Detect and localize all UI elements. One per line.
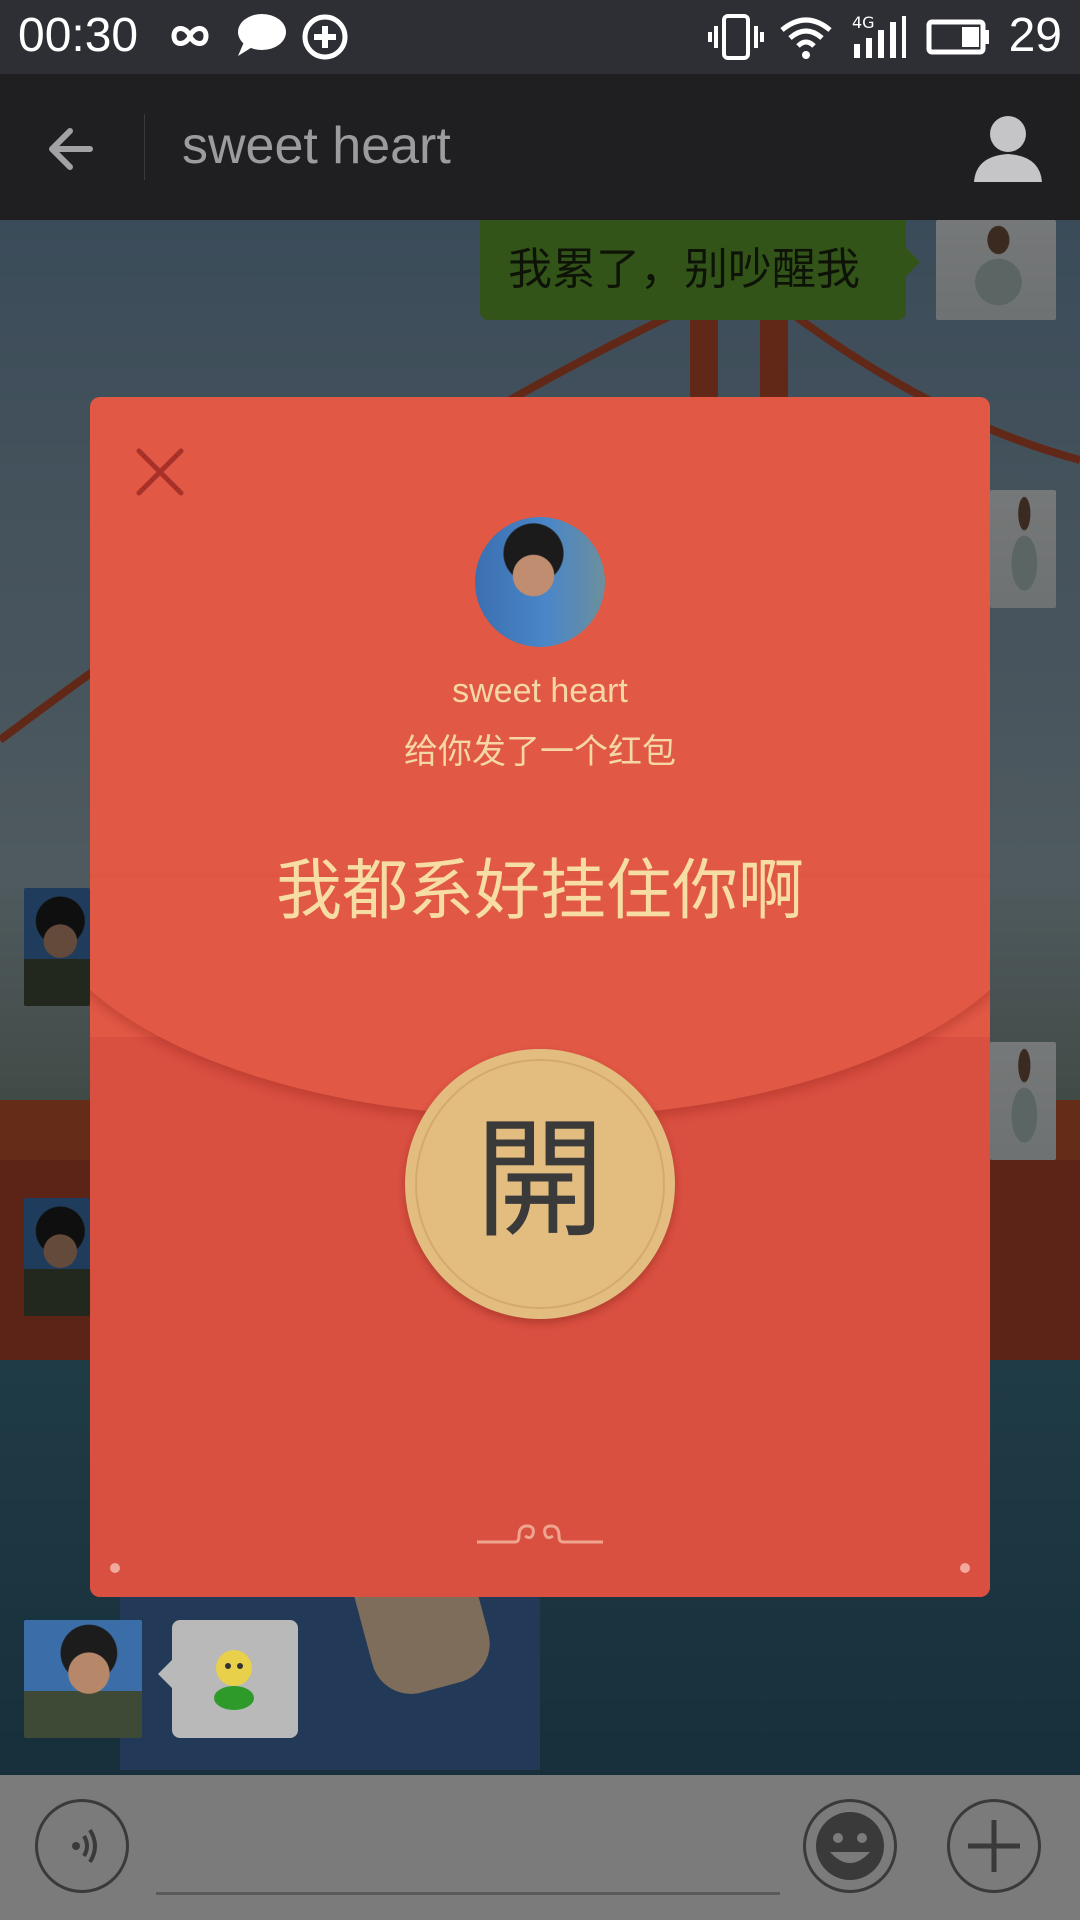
voice-input-button[interactable] xyxy=(35,1799,129,1893)
chat-title-bar: sweet heart xyxy=(0,74,1080,220)
status-time: 00:30 xyxy=(18,9,139,62)
red-packet-dialog: sweet heart 给你发了一个红包 我都系好挂住你啊 開 xyxy=(90,397,990,1597)
vibrate-icon xyxy=(708,14,764,60)
corner-dot xyxy=(960,1563,970,1573)
smiley-icon xyxy=(816,1812,884,1880)
emoji-button[interactable] xyxy=(803,1799,897,1893)
packet-greeting: 我都系好挂住你啊 xyxy=(276,852,804,929)
wifi-icon xyxy=(780,17,832,59)
title-divider xyxy=(144,114,145,180)
cloud-ornament-icon xyxy=(477,1524,603,1544)
svg-text:4G: 4G xyxy=(852,13,875,32)
more-actions-button[interactable] xyxy=(947,1799,1041,1893)
status-bar: 00:30 4G 29 xyxy=(0,0,1080,74)
chat-title: sweet heart xyxy=(182,117,451,175)
corner-dot xyxy=(110,1563,120,1573)
sender-name: sweet heart xyxy=(452,672,628,710)
plus-icon xyxy=(968,1820,1020,1872)
input-bar xyxy=(0,1775,1080,1920)
sender-subtitle: 给你发了一个红包 xyxy=(404,732,676,772)
voice-icon xyxy=(72,1828,97,1864)
battery-percent: 29 xyxy=(1008,9,1062,62)
profile-icon[interactable] xyxy=(970,110,1046,186)
close-icon[interactable] xyxy=(135,447,185,497)
sticker-icon xyxy=(214,1650,254,1710)
contact-avatar[interactable] xyxy=(24,1620,142,1738)
message-input[interactable] xyxy=(156,1892,780,1895)
signal-4g-icon: 4G xyxy=(852,13,906,58)
open-packet-button[interactable]: 開 xyxy=(405,1049,675,1319)
infinity-icon xyxy=(171,26,209,46)
battery-icon xyxy=(926,19,989,55)
chat-bubble-icon xyxy=(238,14,286,56)
sender-avatar xyxy=(475,517,605,647)
back-arrow-icon[interactable] xyxy=(30,104,120,194)
sync-plus-icon xyxy=(302,14,348,60)
open-button-label: 開 xyxy=(474,1104,605,1256)
incoming-sticker-bubble[interactable] xyxy=(158,1620,298,1738)
